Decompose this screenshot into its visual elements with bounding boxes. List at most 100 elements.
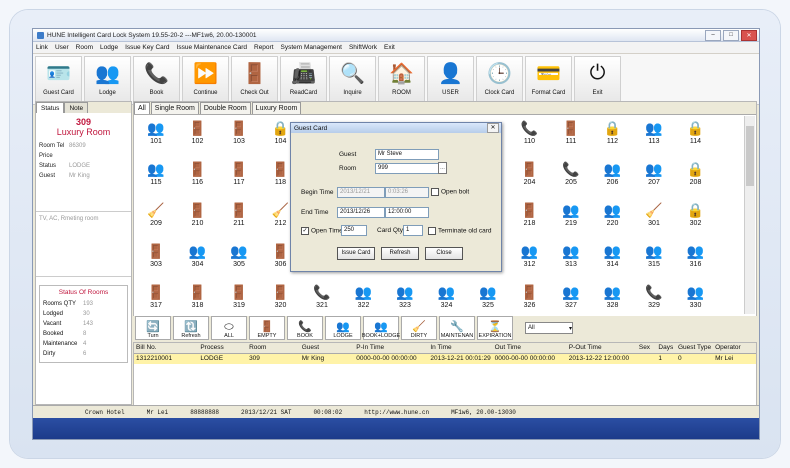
open-bolt-checkbox[interactable]: [431, 188, 439, 196]
user-button[interactable]: 👤 USER: [427, 56, 474, 102]
open-times-checkbox[interactable]: ✓: [301, 227, 309, 235]
room-tile-301[interactable]: 🧹 301: [636, 200, 672, 236]
room-tile-204[interactable]: 🚪 204: [512, 159, 548, 195]
room-tile-208[interactable]: 🔒 208: [678, 159, 714, 195]
room-tile-326[interactable]: 🚪 326: [512, 282, 548, 318]
tab-note[interactable]: Note: [64, 102, 89, 113]
guest-name-input[interactable]: Mr Steve: [375, 149, 439, 160]
room-tile-116[interactable]: 🚪 116: [180, 159, 216, 195]
table-row[interactable]: 1312210001 LODGE 309 Mr King 0000-00-00 00:0…: [134, 354, 756, 364]
book-button[interactable]: 📞 Book: [133, 56, 180, 102]
end-date-input[interactable]: 2013/12/26: [337, 207, 385, 218]
exit-button[interactable]: ⏻ Exit: [574, 56, 621, 102]
filter-select[interactable]: All ▾: [525, 322, 573, 334]
open-times-input[interactable]: 250: [341, 225, 367, 236]
column-header[interactable]: P-Out Time: [567, 343, 637, 353]
check-out-button[interactable]: 🚪 Check Out: [231, 56, 278, 102]
card-qty-input[interactable]: 1: [403, 225, 423, 236]
format-card-button[interactable]: 💳 Format Card: [525, 56, 572, 102]
room-input[interactable]: 999: [375, 163, 439, 174]
room-tile-317[interactable]: 🚪 317: [138, 282, 174, 318]
menu-user[interactable]: User: [55, 44, 69, 51]
minimize-button[interactable]: –: [705, 29, 721, 41]
room-grid-scrollbar[interactable]: [744, 116, 755, 314]
room-tile-219[interactable]: 👥 219: [553, 200, 589, 236]
filter-maintenan-button[interactable]: 🔧 MAINTENAN: [439, 316, 475, 340]
filter-empty-button[interactable]: 🚪 EMPTY: [249, 316, 285, 340]
column-header[interactable]: In Time: [428, 343, 492, 353]
column-header[interactable]: Process: [198, 343, 247, 353]
room-tile-206[interactable]: 👥 206: [595, 159, 631, 195]
room-tile-103[interactable]: 🚪 103: [221, 118, 257, 154]
filter-lodge-button[interactable]: 👥 LODGE: [325, 316, 361, 340]
room-tile-313[interactable]: 👥 313: [553, 241, 589, 277]
room-tile-205[interactable]: 📞 205: [553, 159, 589, 195]
tab-double-room[interactable]: Double Room: [199, 102, 251, 114]
room-tile-112[interactable]: 🔒 112: [595, 118, 631, 154]
column-header[interactable]: Guest Type: [676, 343, 713, 353]
room-tile-117[interactable]: 🚪 117: [221, 159, 257, 195]
column-header[interactable]: Days: [656, 343, 676, 353]
column-header[interactable]: Room: [247, 343, 300, 353]
column-header[interactable]: Out Time: [493, 343, 567, 353]
guest-card-button[interactable]: 🪪 Guest Card: [35, 56, 82, 102]
menu-issue-maintenance-card[interactable]: Issue Maintenance Card: [177, 44, 247, 51]
room-tile-323[interactable]: 👥 323: [387, 282, 423, 318]
room-tile-327[interactable]: 👥 327: [553, 282, 589, 318]
room-tile-220[interactable]: 👥 220: [595, 200, 631, 236]
filter-dirty-button[interactable]: 🧹 DIRTY: [401, 316, 437, 340]
filter-expiration-button[interactable]: ⏳ EXPIRATION: [477, 316, 513, 340]
room-tile-207[interactable]: 👥 207: [636, 159, 672, 195]
scrollbar-thumb[interactable]: [746, 126, 754, 186]
column-header[interactable]: P-In Time: [354, 343, 428, 353]
terminate-old-card-checkbox[interactable]: [428, 227, 436, 235]
filter-refresh-button[interactable]: 🔃 Refresh: [173, 316, 209, 340]
continue-button[interactable]: ⏩ Continue: [182, 56, 229, 102]
room-tile-218[interactable]: 🚪 218: [512, 200, 548, 236]
filter-book-lodge-button[interactable]: 👥 BOOK+LODGE: [362, 316, 400, 340]
column-header[interactable]: Sex: [637, 343, 657, 353]
room-tile-322[interactable]: 👥 322: [346, 282, 382, 318]
room-tile-304[interactable]: 👥 304: [180, 241, 216, 277]
room-tile-329[interactable]: 📞 329: [636, 282, 672, 318]
room-tile-328[interactable]: 👥 328: [595, 282, 631, 318]
room-tile-324[interactable]: 👥 324: [429, 282, 465, 318]
filter-turn-button[interactable]: 🔄 Turn: [135, 316, 171, 340]
room-tile-113[interactable]: 👥 113: [636, 118, 672, 154]
menu-system-management[interactable]: System Management: [281, 44, 342, 51]
lodge-button[interactable]: 👥 Lodge: [84, 56, 131, 102]
room-tile-111[interactable]: 🚪 111: [553, 118, 589, 154]
room-tile-320[interactable]: 🚪 320: [263, 282, 299, 318]
menu-room[interactable]: Room: [76, 44, 93, 51]
menu-issue-key-card[interactable]: Issue Key Card: [125, 44, 169, 51]
menu-link[interactable]: Link: [36, 44, 48, 51]
room-tile-325[interactable]: 👥 325: [470, 282, 506, 318]
readcard-button[interactable]: 📠 ReadCard: [280, 56, 327, 102]
room-tile-210[interactable]: 🚪 210: [180, 200, 216, 236]
maximize-button[interactable]: □: [723, 29, 739, 41]
filter-all-button[interactable]: ⬭ ALL: [211, 316, 247, 340]
clock-card-button[interactable]: 🕒 Clock Card: [476, 56, 523, 102]
room-tile-302[interactable]: 🔒 302: [678, 200, 714, 236]
room-tile-330[interactable]: 👥 330: [678, 282, 714, 318]
inquire-button[interactable]: 🔍 Inquire: [329, 56, 376, 102]
issue-card-button[interactable]: Issue Card: [337, 247, 375, 260]
room-tile-115[interactable]: 👥 115: [138, 159, 174, 195]
room-picker-button[interactable]: …: [438, 162, 447, 174]
menu-report[interactable]: Report: [254, 44, 274, 51]
filter-book-button[interactable]: 📞 BOOK: [287, 316, 323, 340]
close-button[interactable]: ✕: [741, 29, 757, 41]
tab-status[interactable]: Status: [36, 102, 65, 113]
room-tile-211[interactable]: 🚪 211: [221, 200, 257, 236]
tab-single-room[interactable]: Single Room: [150, 102, 199, 114]
room-tile-315[interactable]: 👥 315: [636, 241, 672, 277]
begin-date-input[interactable]: 2013/12/21: [337, 187, 385, 198]
room-tile-318[interactable]: 🚪 318: [180, 282, 216, 318]
dialog-close-icon[interactable]: ✕: [487, 123, 499, 133]
begin-time-input[interactable]: 0:03:26: [385, 187, 429, 198]
room-tile-319[interactable]: 🚪 319: [221, 282, 257, 318]
menu-exit[interactable]: Exit: [384, 44, 395, 51]
room-tile-305[interactable]: 👥 305: [221, 241, 257, 277]
menu-lodge[interactable]: Lodge: [100, 44, 118, 51]
column-header[interactable]: Operator: [713, 343, 756, 353]
